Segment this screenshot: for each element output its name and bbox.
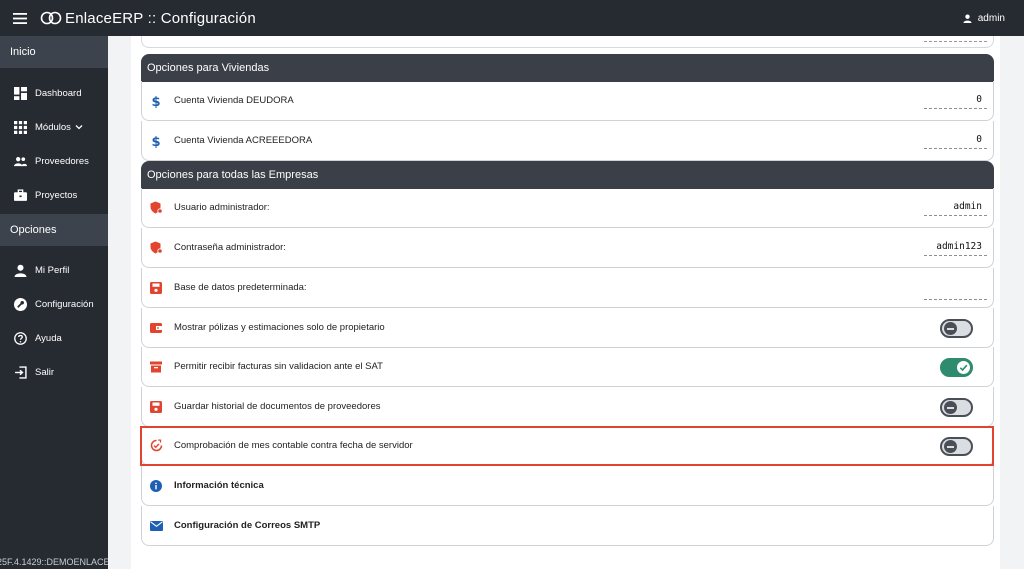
- chevron-down-icon: [75, 125, 83, 130]
- usuario-admin-input[interactable]: admin: [924, 198, 987, 216]
- person-icon: [963, 14, 972, 23]
- wallet-icon: [149, 321, 163, 335]
- user-name: admin: [977, 12, 1005, 24]
- setting-row-cuenta-deudora: $ Cuenta Vivienda DEUDORA 0: [141, 81, 994, 121]
- setting-label: Cuenta Vivienda ACREEEDORA: [174, 135, 313, 146]
- empresas-section-header: Opciones para todas las Empresas: [141, 161, 994, 189]
- cuenta-acreedora-input[interactable]: 0: [924, 131, 987, 149]
- dashboard-icon: [14, 86, 27, 100]
- envelope-icon: [149, 519, 163, 533]
- sidebar-item-configuracion[interactable]: Configuración: [0, 287, 108, 321]
- sidebar-item-modulos[interactable]: Módulos: [0, 110, 108, 144]
- menu-icon: [13, 12, 27, 24]
- sidebar-item-label: Dashboard: [35, 87, 82, 99]
- setting-label: Guardar historial de documentos de prove…: [174, 401, 381, 412]
- previous-card-bottom: [141, 36, 994, 48]
- setting-label: Mostrar pólizas y estimaciones solo de p…: [174, 322, 385, 333]
- historial-documentos-toggle[interactable]: [940, 398, 973, 417]
- informacion-tecnica-label: Información técnica: [174, 480, 264, 491]
- top-bar: EnlaceERP :: Configuración admin: [0, 0, 1024, 36]
- setting-row-usuario-admin: Usuario administrador: admin: [141, 188, 994, 228]
- viviendas-section-header: Opciones para Viviendas: [141, 54, 994, 82]
- dollar-icon: $: [149, 94, 163, 108]
- svg-text:$: $: [151, 135, 160, 148]
- sidebar-item-label: Salir: [35, 366, 55, 378]
- sidebar-item-label: Configuración: [35, 298, 94, 310]
- hamburger-menu-button[interactable]: [0, 0, 40, 36]
- sidebar-item-label: Módulos: [35, 121, 71, 133]
- setting-label: Base de datos predeterminada:: [174, 282, 307, 293]
- setting-label: Permitir recibir facturas sin validacion…: [174, 361, 383, 372]
- setting-label: Usuario administrador:: [174, 202, 270, 213]
- setting-row-historial-documentos: Guardar historial de documentos de prove…: [141, 387, 994, 427]
- version-label: 25F.4.1429::DEMOENLACE: [0, 557, 110, 567]
- informacion-tecnica-row[interactable]: Información técnica: [141, 466, 994, 506]
- sidebar: Inicio Dashboard Módulos Proveedores Pro…: [0, 36, 110, 569]
- svg-text:$: $: [151, 95, 160, 108]
- setting-row-base-datos: Base de datos predeterminada:: [141, 268, 994, 308]
- sidebar-item-proyectos[interactable]: Proyectos: [0, 178, 108, 212]
- sidebar-item-label: Proveedores: [35, 155, 89, 167]
- user-menu[interactable]: admin: [963, 0, 1005, 36]
- highlight-annotation-box: [140, 426, 994, 466]
- sidebar-item-ayuda[interactable]: Ayuda: [0, 321, 108, 355]
- correos-smtp-row[interactable]: Configuración de Correos SMTP: [141, 506, 994, 546]
- setting-row-password-admin: Contraseña administrador: admin123: [141, 228, 994, 268]
- shield-lock-icon: [149, 201, 163, 215]
- wrench-icon: [14, 297, 27, 311]
- sidebar-item-label: Mi Perfil: [35, 264, 70, 276]
- briefcase-icon: [14, 188, 27, 201]
- setting-label: Contraseña administrador:: [174, 242, 286, 253]
- person-icon: [14, 264, 27, 277]
- sidebar-item-label: Proyectos: [35, 189, 78, 201]
- info-icon: [149, 479, 163, 493]
- setting-row-mostrar-polizas: Mostrar pólizas y estimaciones solo de p…: [141, 308, 994, 348]
- sidebar-item-mi-perfil[interactable]: Mi Perfil: [0, 253, 108, 287]
- help-icon: [14, 331, 27, 345]
- sidebar-section-inicio[interactable]: Inicio: [0, 36, 108, 68]
- facturas-sin-validacion-toggle[interactable]: [940, 358, 973, 377]
- main-content: Opciones para Viviendas $ Cuenta Viviend…: [108, 36, 1024, 569]
- sidebar-item-label: Ayuda: [35, 332, 62, 344]
- setting-row-facturas-sin-validacion: Permitir recibir facturas sin validacion…: [141, 347, 994, 387]
- settings-panel: Opciones para Viviendas $ Cuenta Viviend…: [131, 36, 1000, 569]
- base-datos-input[interactable]: [924, 282, 987, 300]
- setting-row-cuenta-acreedora: $ Cuenta Vivienda ACREEEDORA 0: [141, 121, 994, 161]
- sidebar-section-opciones[interactable]: Opciones: [0, 214, 108, 246]
- sidebar-item-proveedores[interactable]: Proveedores: [0, 144, 108, 178]
- sidebar-item-salir[interactable]: Salir: [0, 355, 108, 389]
- save-icon: [149, 281, 163, 295]
- logout-icon: [15, 365, 27, 379]
- shield-lock-icon: [149, 241, 163, 255]
- enlace-logo-icon: [40, 11, 62, 25]
- save-icon: [149, 400, 163, 414]
- setting-label: Cuenta Vivienda DEUDORA: [174, 95, 294, 106]
- people-icon: [14, 156, 27, 166]
- archive-icon: [149, 360, 163, 374]
- dollar-icon: $: [149, 134, 163, 148]
- apps-grid-icon: [14, 120, 27, 134]
- mostrar-polizas-toggle[interactable]: [940, 319, 973, 338]
- sidebar-item-dashboard[interactable]: Dashboard: [0, 76, 108, 110]
- cuenta-deudora-input[interactable]: 0: [924, 91, 987, 109]
- app-title: EnlaceERP :: Configuración: [65, 9, 256, 27]
- password-admin-input[interactable]: admin123: [924, 238, 987, 256]
- correos-smtp-label: Configuración de Correos SMTP: [174, 520, 321, 531]
